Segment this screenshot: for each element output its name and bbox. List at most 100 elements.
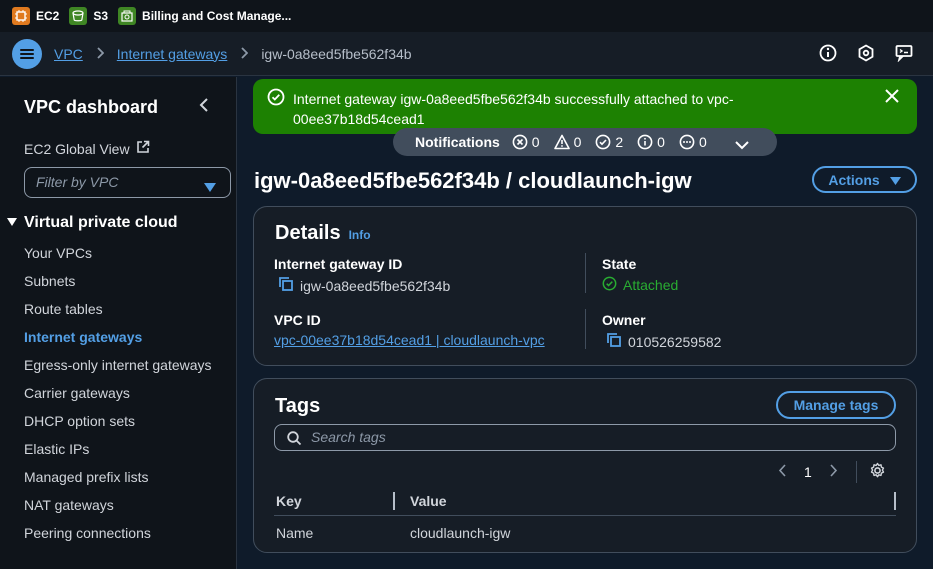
settings-icon[interactable] xyxy=(857,44,875,62)
success-banner: Internet gateway igw-0a8eed5fbe562f34b s… xyxy=(253,79,917,134)
success-icon xyxy=(267,88,285,111)
vpc-id-link[interactable]: vpc-00ee37b18d54cead1 | cloudlaunch-vpc xyxy=(274,332,545,348)
notifications-label: Notifications xyxy=(415,134,500,150)
vpc-id-label: VPC ID xyxy=(274,312,321,328)
search-tags-input[interactable] xyxy=(311,429,711,445)
sidebar-item-nat-gateways[interactable]: NAT gateways xyxy=(24,495,224,515)
service-bar: EC2 S3 Billing and Cost Manage... xyxy=(0,0,933,32)
column-header-value[interactable]: Value xyxy=(410,493,447,509)
chevron-left-icon[interactable] xyxy=(778,464,786,480)
feedback-icon[interactable] xyxy=(895,44,913,62)
actions-label: Actions xyxy=(828,171,880,188)
sidebar-item-egress-only-internet-gateways[interactable]: Egress-only internet gateways xyxy=(24,355,224,375)
warning-count-value: 0 xyxy=(573,134,582,150)
actions-button[interactable]: Actions xyxy=(812,166,917,193)
column-resizer[interactable] xyxy=(393,492,395,510)
sidebar-item-your-vpcs[interactable]: Your VPCs xyxy=(24,243,224,263)
copy-icon[interactable] xyxy=(278,276,294,295)
error-count-value: 0 xyxy=(531,134,540,150)
tags-title: Tags xyxy=(275,395,321,417)
info-link[interactable]: Info xyxy=(349,228,371,242)
sidebar-title[interactable]: VPC dashboard xyxy=(24,97,158,118)
close-icon[interactable] xyxy=(885,89,899,108)
sidebar-item-elastic-ips[interactable]: Elastic IPs xyxy=(24,439,224,459)
sidebar-section-vpc[interactable]: Virtual private cloud xyxy=(6,214,178,232)
success-count: 2 xyxy=(595,134,623,150)
info-count: 0 xyxy=(637,134,665,150)
caret-down-icon xyxy=(889,172,901,188)
in-progress-count-value: 0 xyxy=(698,134,707,150)
menu-icon[interactable] xyxy=(12,38,42,69)
sidebar-item-dhcp-option-sets[interactable]: DHCP option sets xyxy=(24,411,224,431)
owner-value: 010526259582 xyxy=(606,332,721,351)
state-label: State xyxy=(602,256,637,272)
vpc-filter-select[interactable] xyxy=(24,167,231,198)
breadcrumb-vpc[interactable]: VPC xyxy=(54,46,83,62)
sidebar-nav: Your VPCs Subnets Route tables Internet … xyxy=(24,243,224,551)
sidebar-item-subnets[interactable]: Subnets xyxy=(24,271,224,291)
info-count-value: 0 xyxy=(657,134,665,150)
gear-icon[interactable] xyxy=(869,462,886,482)
service-ec2[interactable]: EC2 xyxy=(12,7,59,25)
page-number[interactable]: 1 xyxy=(804,464,812,480)
service-s3[interactable]: S3 xyxy=(69,7,108,25)
sidebar-item-internet-gateways[interactable]: Internet gateways xyxy=(24,327,224,347)
sidebar-item-route-tables[interactable]: Route tables xyxy=(24,299,224,319)
igw-id-text: igw-0a8eed5fbe562f34b xyxy=(300,277,451,294)
details-title-text: Details xyxy=(275,222,341,244)
chevron-right-icon xyxy=(96,46,105,62)
igw-id-value: igw-0a8eed5fbe562f34b xyxy=(278,276,450,295)
info-icon[interactable] xyxy=(819,44,837,62)
sidebar-global-view[interactable]: EC2 Global View xyxy=(24,140,150,157)
sidebar-item-carrier-gateways[interactable]: Carrier gateways xyxy=(24,383,224,403)
breadcrumb-bar: VPC Internet gateways igw-0a8eed5fbe562f… xyxy=(0,32,933,76)
sidebar-section-label: Virtual private cloud xyxy=(24,214,178,231)
chevron-down-icon[interactable] xyxy=(735,137,749,153)
chevron-right-icon xyxy=(240,46,249,62)
s3-icon xyxy=(69,7,88,25)
state-text: Attached xyxy=(623,277,679,293)
warning-count: 0 xyxy=(553,134,582,150)
column-resizer[interactable] xyxy=(894,492,896,510)
service-billing[interactable]: Billing and Cost Manage... xyxy=(118,7,291,25)
table-cell-key: Name xyxy=(276,525,314,541)
collapse-sidebar-icon[interactable] xyxy=(198,97,210,118)
in-progress-count: 0 xyxy=(679,134,707,150)
error-count: 0 xyxy=(512,134,540,150)
chevron-right-icon[interactable] xyxy=(830,464,838,480)
table-divider xyxy=(274,515,896,516)
manage-tags-button[interactable]: Manage tags xyxy=(776,391,896,419)
sidebar-item-managed-prefix-lists[interactable]: Managed prefix lists xyxy=(24,467,224,487)
column-header-key[interactable]: Key xyxy=(276,493,302,509)
vpc-filter-input[interactable] xyxy=(36,174,196,190)
banner-message: Internet gateway igw-0a8eed5fbe562f34b s… xyxy=(293,91,734,127)
breadcrumb: VPC Internet gateways igw-0a8eed5fbe562f… xyxy=(54,46,412,62)
copy-icon[interactable] xyxy=(606,332,622,351)
table-cell-value: cloudlaunch-igw xyxy=(410,525,511,541)
notifications-bar[interactable]: Notifications 0 0 2 0 0 xyxy=(393,128,777,156)
caret-down-icon xyxy=(6,214,18,232)
service-billing-label: Billing and Cost Manage... xyxy=(142,9,292,23)
service-ec2-label: EC2 xyxy=(36,9,60,23)
sidebar-item-peering-connections[interactable]: Peering connections xyxy=(24,523,224,543)
external-link-icon xyxy=(136,140,150,157)
service-s3-label: S3 xyxy=(93,9,109,23)
error-icon xyxy=(512,134,528,150)
pager-divider xyxy=(855,461,857,483)
success-count-value: 2 xyxy=(615,134,624,150)
global-view-label: EC2 Global View xyxy=(24,140,130,157)
details-card: Details Info Internet gateway ID igw-0a8e… xyxy=(253,206,917,366)
pagination: 1 xyxy=(778,461,886,483)
billing-icon xyxy=(118,7,137,25)
search-tags-field[interactable] xyxy=(274,424,896,451)
breadcrumb-current: igw-0a8eed5fbe562f34b xyxy=(261,45,412,62)
breadcrumb-internet-gateways[interactable]: Internet gateways xyxy=(117,46,228,62)
column-divider xyxy=(585,309,586,349)
tags-card: Tags Manage tags 1 Key Value Name cloudl… xyxy=(253,378,917,553)
info-icon xyxy=(637,134,653,150)
page-title: igw-0a8eed5fbe562f34b / cloudlaunch-igw xyxy=(254,168,692,193)
owner-label: Owner xyxy=(602,312,646,328)
state-value: Attached xyxy=(602,276,678,294)
warning-icon xyxy=(553,134,570,150)
sidebar: VPC dashboard EC2 Global View Virtual pr… xyxy=(0,77,237,569)
